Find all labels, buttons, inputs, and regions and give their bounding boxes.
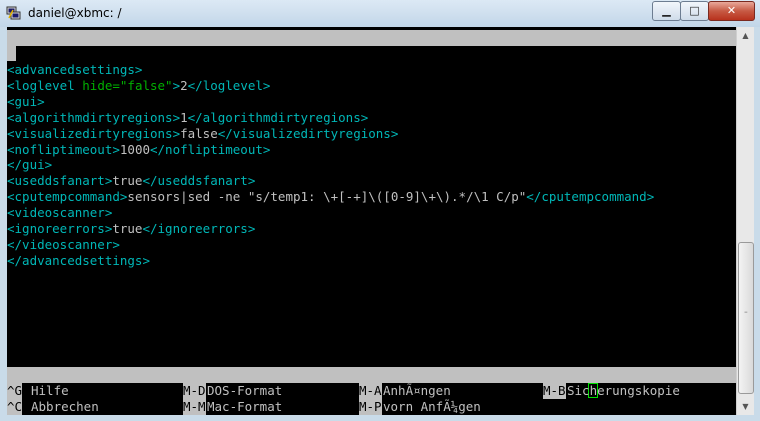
xml-tag: </videoscanner> — [7, 236, 120, 252]
xml-tag: > — [172, 77, 181, 93]
xml-tag: <visualizedirtyregions> — [7, 125, 181, 141]
editor-line: <loglevel hide="false">2</loglevel> — [7, 78, 270, 94]
xml-tag: </visualizedirtyregions> — [217, 125, 399, 141]
xml-tag: <loglevel — [7, 77, 83, 93]
shortcut-key: M-P — [359, 399, 382, 415]
shortcut-key: M-B — [543, 383, 566, 399]
close-icon: ✕ — [726, 4, 737, 17]
terminal-area[interactable]: GNU nano 2.2.6 Datei: /home/daniel/.xbmc… — [7, 27, 736, 415]
xml-tag: </cputempcommand> — [526, 189, 655, 205]
xml-attribute: hide="false" — [82, 77, 173, 93]
shortcut-label[interactable]: Mac-Format — [207, 399, 282, 415]
editor-line: <ignoreerrors>true</ignoreerrors> — [7, 221, 255, 237]
xml-tag: </loglevel> — [187, 77, 271, 93]
xml-text: sensors|sed -ne "s/temp1: \+[-+]\([0-9]\… — [127, 189, 527, 205]
save-prompt-bar[interactable]: Dateiname zum Speichern: /home/daniel/.x… — [7, 367, 736, 399]
xml-text: true — [112, 221, 143, 236]
editor-line: <cputempcommand>sensors|sed -ne "s/temp1… — [7, 189, 654, 205]
xml-tag: </algorithmdirtyregions> — [187, 109, 369, 125]
editor-line: </gui> — [7, 157, 52, 173]
xml-text: 1 — [180, 109, 188, 125]
editor-line: <visualizedirtyregions>false</visualized… — [7, 126, 398, 142]
editor-line: <algorithmdirtyregions>1</algorithmdirty… — [7, 110, 368, 126]
xml-tag: <cputempcommand> — [7, 189, 128, 205]
xml-text: 1000 — [119, 141, 150, 157]
xml-text: true — [112, 173, 143, 189]
editor-line: </advancedsettings> — [7, 253, 150, 269]
minimize-button[interactable]: ▁ — [652, 1, 681, 21]
shortcut-label[interactable]: Sicherungskopie — [567, 383, 680, 399]
shortcut-key: ^G — [7, 383, 23, 399]
shortcut-key: M-D — [183, 383, 206, 399]
shortcut-label[interactable]: AnhÃ¤ngen — [383, 383, 451, 399]
xml-tag: </ignoreerrors> — [142, 221, 256, 236]
nano-filename: Datei: /home/daniel/.xbmc/userdata/advan… — [162, 62, 576, 77]
xml-text: false — [180, 125, 218, 141]
window-title: daniel@xbmc: / — [28, 6, 122, 20]
shortcut-label[interactable]: vorn AnfÃ¼gen — [383, 399, 481, 415]
maximize-icon: □ — [689, 4, 700, 17]
editor-line: <videoscanner> — [7, 205, 112, 221]
xml-tag: <useddsfanart> — [7, 173, 113, 189]
xml-tag: <nofliptimeout> — [7, 141, 120, 157]
nano-modified-status: VerÃ¤ndert — [652, 78, 728, 93]
xml-tag: <algorithmdirtyregions> — [7, 109, 181, 125]
xml-tag: </useddsfanart> — [142, 173, 256, 189]
minimize-icon: ▁ — [662, 4, 671, 17]
shortcut-key: ^C — [7, 399, 23, 415]
grip-icon: ≡ — [744, 310, 748, 316]
vertical-scrollbar[interactable]: ▲ ≡ ▼ — [736, 27, 754, 415]
scroll-down-arrow-icon[interactable]: ▼ — [737, 398, 754, 415]
xml-tag: <ignoreerrors> — [7, 221, 113, 236]
xml-tag: </nofliptimeout> — [150, 141, 271, 157]
xml-tag: <gui> — [7, 93, 45, 109]
window-frame-bottom — [0, 415, 760, 421]
editor-line: <nofliptimeout>1000</nofliptimeout> — [7, 142, 270, 158]
scrollbar-thumb[interactable]: ≡ — [738, 242, 754, 394]
xml-tag: </advancedsettings> — [7, 252, 150, 268]
nano-header: GNU nano 2.2.6 Datei: /home/daniel/.xbmc… — [7, 30, 736, 93]
close-button[interactable]: ✕ — [708, 1, 755, 21]
shortcut-label[interactable]: Hilfe — [31, 383, 69, 399]
editor-line: <useddsfanart>true</useddsfanart> — [7, 173, 255, 189]
xml-tag: <advancedsettings> — [7, 62, 143, 77]
putty-icon — [6, 6, 21, 20]
shortcut-label[interactable]: DOS-Format — [207, 383, 282, 399]
text-cursor — [7, 46, 16, 61]
xml-text: 2 — [180, 77, 188, 93]
editor-line: <gui> — [7, 94, 45, 110]
xml-tag: </gui> — [7, 157, 53, 173]
shortcut-label[interactable]: Abbrechen — [31, 399, 99, 415]
nano-version: GNU nano 2.2.6 — [24, 46, 130, 61]
title-bar: daniel@xbmc: / ▁ □ ✕ — [0, 0, 760, 27]
scroll-up-arrow-icon[interactable]: ▲ — [737, 27, 754, 44]
maximize-button[interactable]: □ — [680, 1, 709, 21]
editor-line: <advancedsettings> — [7, 62, 142, 78]
shortcut-key: M-A — [359, 383, 382, 399]
xml-tag: <videoscanner> — [7, 205, 113, 221]
editor-line: </videoscanner> — [7, 237, 120, 253]
shortcut-key: M-M — [183, 399, 206, 415]
